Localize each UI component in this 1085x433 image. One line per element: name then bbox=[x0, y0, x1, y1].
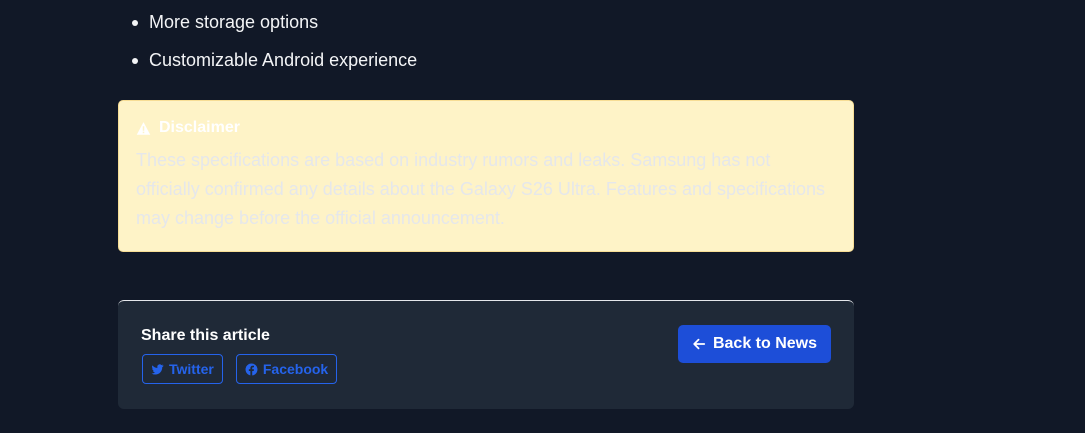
disclaimer-box: Disclaimer These specifications are base… bbox=[118, 100, 854, 252]
disclaimer-title: Disclaimer bbox=[159, 119, 240, 136]
share-buttons: Twitter Facebook bbox=[142, 354, 338, 384]
facebook-label: Facebook bbox=[262, 361, 329, 377]
disclaimer-heading: Disclaimer bbox=[136, 117, 836, 139]
back-to-news-label: Back to News bbox=[712, 335, 818, 352]
twitter-label: Twitter bbox=[169, 361, 214, 377]
share-title: Share this article bbox=[141, 327, 270, 344]
list-item: More storage options bbox=[118, 11, 854, 33]
share-card: Share this article Twitter Facebook Back… bbox=[118, 300, 854, 409]
twitter-icon bbox=[151, 363, 164, 375]
back-to-news-button[interactable]: Back to News bbox=[678, 325, 831, 363]
arrow-left-icon bbox=[693, 338, 706, 350]
list-item: Customizable Android experience bbox=[118, 49, 854, 71]
twitter-share-button[interactable]: Twitter bbox=[142, 354, 223, 384]
facebook-share-button[interactable]: Facebook bbox=[235, 354, 338, 384]
disclaimer-text: These specifications are based on indust… bbox=[136, 150, 826, 228]
facebook-icon bbox=[245, 363, 258, 375]
feature-list: More storage options Customizable Androi… bbox=[118, 0, 854, 71]
warning-triangle-icon bbox=[136, 121, 151, 135]
